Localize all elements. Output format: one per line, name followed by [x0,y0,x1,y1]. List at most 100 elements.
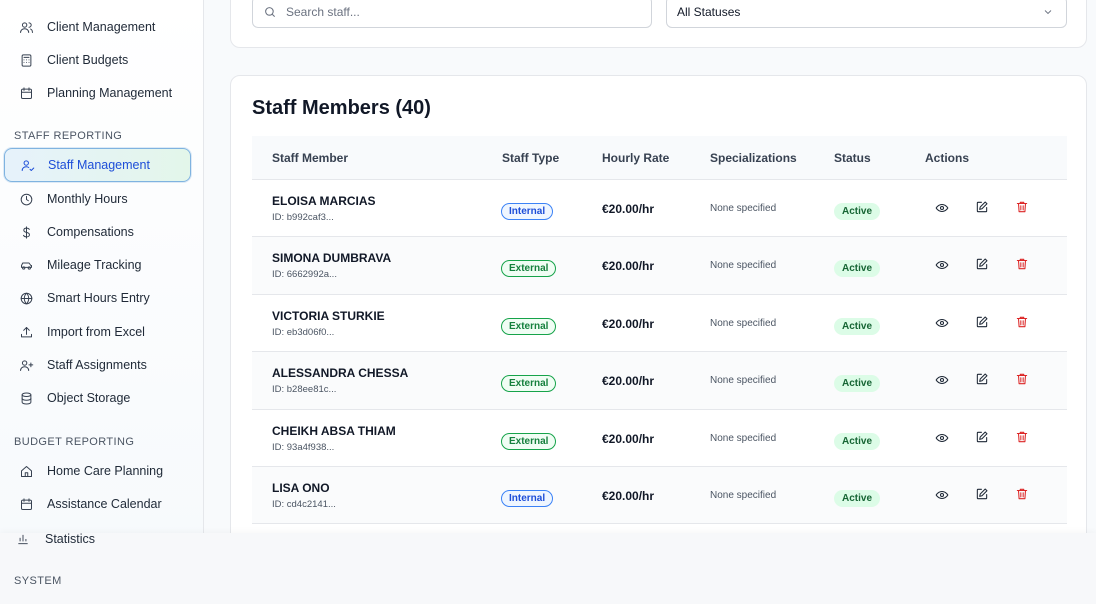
table-body: ELOISA MARCIAS ID: b992caf3... Internal … [252,180,1067,525]
sidebar-item-mileage-tracking[interactable]: Mileage Tracking [4,248,191,282]
page-title: Staff Members (40) [252,97,431,119]
sidebar-item-label: Client Management [47,20,156,34]
view-button[interactable] [935,316,951,332]
staff-id: ID: 93a4f938... [272,441,335,453]
delete-button[interactable] [1015,315,1031,331]
delete-button[interactable] [1015,257,1031,273]
staff-id: ID: eb3d06f0... [272,326,335,338]
eye-icon [935,318,949,327]
sidebar-item-statistics[interactable]: Statistics [16,529,95,549]
column-header-specializations[interactable]: Specializations [710,151,797,165]
database-icon [16,388,36,408]
edit-button[interactable] [975,200,991,216]
table-row: ALESSANDRA CHESSA ID: b28ee81c... Extern… [252,352,1067,410]
sidebar-item-home-care-planning[interactable]: Home Care Planning [4,454,191,488]
sidebar-item-monthly-hours[interactable]: Monthly Hours [4,182,191,216]
staff-type-cell: External [501,431,557,450]
status-badge: Active [834,489,881,507]
table-row: LISA ONO ID: cd4c2141... Internal €20.00… [252,466,1067,525]
edit-button[interactable] [975,430,991,446]
view-button[interactable] [935,201,951,217]
sidebar-item-label: Client Budgets [47,53,129,67]
upload-icon [16,322,36,342]
status-cell: Active [834,431,881,450]
edit-button[interactable] [975,372,991,388]
hourly-rate: €20.00/hr [602,431,655,446]
sidebar-item-smart-hours-entry[interactable]: Smart Hours Entry [4,281,191,315]
trash-icon [1016,431,1028,442]
status-badge: Active [834,432,881,450]
delete-button[interactable] [1015,200,1031,216]
edit-icon [976,431,988,442]
edit-button[interactable] [975,257,991,273]
staff-member-cell: ALESSANDRA CHESSA ID: b28ee81c... [272,366,408,395]
sidebar-item-client-management[interactable]: Client Management [4,10,191,44]
staff-type-badge: External [501,317,557,335]
column-header-status[interactable]: Status [834,151,871,165]
sidebar-item-assistance-calendar[interactable]: Assistance Calendar [4,487,191,521]
staff-type-badge: Internal [501,489,554,507]
status-badge: Active [834,317,881,335]
sidebar: Client Management Client Budgets Plannin… [0,0,204,604]
delete-button[interactable] [1015,372,1031,388]
staff-type-badge: External [501,375,557,393]
delete-button[interactable] [1015,430,1031,446]
sidebar-item-import-from-excel[interactable]: Import from Excel [4,315,191,349]
view-button[interactable] [935,373,951,389]
staff-member-cell: SIMONA DUMBRAVA ID: 6662992a... [272,251,391,280]
user-icon [17,155,37,175]
specializations: None specified [710,203,777,214]
hourly-rate: €20.00/hr [602,488,655,503]
status-select[interactable]: All Statuses [666,0,1067,28]
staff-name[interactable]: CHEIKH ABSA THIAM [272,424,396,438]
staff-name[interactable]: LISA ONO [272,481,336,495]
eye-icon [935,433,949,442]
status-cell: Active [834,373,881,393]
sidebar-item-object-storage[interactable]: Object Storage [4,381,191,415]
staff-id: ID: 6662992a... [272,269,337,281]
sidebar-item-planning-management[interactable]: Planning Management [4,76,191,110]
calculator-icon [16,50,36,70]
staff-name[interactable]: SIMONA DUMBRAVA [272,251,391,265]
staff-name[interactable]: ALESSANDRA CHESSA [272,366,408,380]
column-header-staff-type[interactable]: Staff Type [502,151,559,165]
user-plus-icon [16,355,36,375]
edit-icon [976,373,988,385]
staff-type-cell: Internal [501,201,554,220]
column-header-hourly-rate[interactable]: Hourly Rate [602,151,669,165]
staff-member-cell: ELOISA MARCIAS ID: b992caf3... [272,194,376,223]
column-header-staff-member[interactable]: Staff Member [272,151,348,165]
view-button[interactable] [935,488,951,504]
sidebar-item-compensations[interactable]: Compensations [4,215,191,249]
view-button[interactable] [935,431,951,447]
staff-name[interactable]: VICTORIA STURKIE [272,309,385,323]
status-select-value: All Statuses [677,5,741,19]
status-cell: Active [834,316,881,335]
edit-icon [976,201,988,213]
sidebar-item-staff-management[interactable]: Staff Management [4,148,191,182]
sidebar-item-staff-assignments[interactable]: Staff Assignments [4,348,191,382]
staff-type-badge: External [501,260,557,278]
bar-chart-icon [18,534,28,545]
staff-table: Staff Member Staff Type Hourly Rate Spec… [252,136,1067,525]
clock-icon [16,189,36,209]
specializations: None specified [710,489,777,501]
sidebar-item-label: Staff Assignments [47,358,147,372]
sidebar-item-client-budgets[interactable]: Client Budgets [4,43,191,77]
staff-type-cell: External [501,258,557,278]
users-icon [16,17,36,37]
status-cell: Active [834,488,881,507]
staff-name[interactable]: ELOISA MARCIAS [272,194,376,208]
edit-button[interactable] [975,487,991,503]
car-icon [16,255,36,275]
table-row: CHEIKH ABSA THIAM ID: 93a4f938... Extern… [252,410,1067,467]
delete-button[interactable] [1015,487,1031,503]
search-field[interactable] [252,0,652,28]
search-input[interactable] [286,5,626,19]
hourly-rate: €20.00/hr [602,316,655,331]
trash-icon [1016,488,1028,500]
view-button[interactable] [935,258,951,274]
section-staff-reporting: STAFF REPORTING [14,130,123,142]
edit-button[interactable] [975,315,991,331]
staff-type-cell: External [501,316,557,335]
